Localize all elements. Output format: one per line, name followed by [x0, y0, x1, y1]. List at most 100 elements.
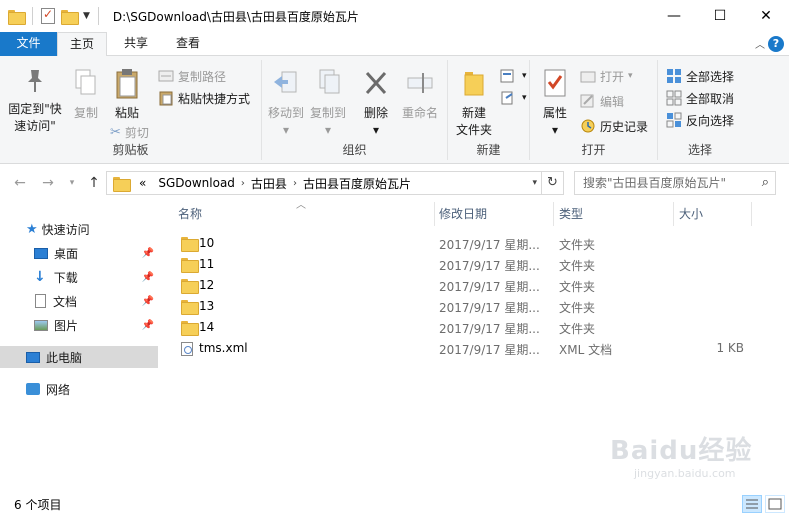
chevron-right-icon[interactable]: ›	[241, 178, 245, 189]
breadcrumb-segment[interactable]: 古田县百度原始瓦片	[303, 175, 411, 192]
file-type: 文件夹	[559, 322, 596, 336]
large-icons-view-icon	[768, 498, 782, 510]
search-input[interactable]: 搜索"古田县百度原始瓦片" ⌕	[574, 171, 776, 195]
minimize-button[interactable]: —	[651, 0, 697, 32]
table-row[interactable]: tms.xml 2017/9/17 星期... XML 文档 1 KB	[178, 338, 768, 359]
rename-icon	[407, 73, 433, 93]
tab-share[interactable]: 共享	[112, 32, 160, 56]
desktop-icon	[34, 247, 48, 259]
table-row[interactable]: 12 2017/9/17 星期... 文件夹	[178, 275, 768, 296]
chevron-down-icon[interactable]: ▾	[532, 178, 537, 188]
sort-ascending-icon: ︿	[296, 200, 306, 211]
computer-icon	[26, 351, 40, 363]
forward-button[interactable]: →	[38, 173, 58, 193]
cut-button[interactable]: ✂ 剪切	[110, 122, 149, 142]
pin-icon[interactable]: 📌	[142, 296, 154, 307]
large-icons-view-button[interactable]	[765, 495, 785, 513]
clipboard-group: 固定到"快 速访问" 复制 粘贴 复制路径 粘贴快捷方式 ✂ 剪切 剪贴板	[0, 60, 262, 160]
paste-icon	[116, 69, 138, 99]
new-item-icon	[500, 69, 514, 83]
edit-button[interactable]: 编辑	[580, 91, 624, 111]
navigation-pane: ★ 快速访问 桌面 📌 ↓ 下载 📌 文档 📌 图片 📌 此电脑 网络	[0, 204, 158, 488]
chevron-right-icon[interactable]: ›	[293, 178, 297, 189]
tab-file[interactable]: 文件	[0, 32, 57, 56]
paste-shortcut-button[interactable]: 粘贴快捷方式	[158, 88, 250, 108]
select-all-button[interactable]: 全部选择	[666, 66, 734, 86]
column-divider[interactable]	[434, 202, 435, 226]
column-header-date[interactable]: 修改日期	[439, 200, 487, 228]
ribbon: 固定到"快 速访问" 复制 粘贴 复制路径 粘贴快捷方式 ✂ 剪切 剪贴板 移动…	[0, 56, 789, 164]
nav-item-desktop[interactable]: 桌面 📌	[0, 242, 158, 264]
file-date: 2017/9/17 星期...	[439, 238, 540, 252]
nav-this-pc[interactable]: 此电脑	[0, 346, 158, 368]
table-row[interactable]: 13 2017/9/17 星期... 文件夹	[178, 296, 768, 317]
new-folder-icon[interactable]	[61, 9, 79, 25]
table-row[interactable]: 10 2017/9/17 星期... 文件夹	[178, 233, 768, 254]
watermark-brand: Baidu经验	[610, 436, 753, 466]
nav-network[interactable]: 网络	[0, 378, 158, 400]
new-folder-button[interactable]: 新建 文件夹	[450, 68, 498, 139]
select-none-icon	[666, 90, 682, 106]
invert-selection-button[interactable]: 反向选择	[666, 110, 734, 130]
column-header-size[interactable]: 大小	[679, 200, 703, 228]
pin-icon[interactable]: 📌	[142, 248, 154, 259]
close-button[interactable]: ✕	[743, 0, 789, 32]
column-divider[interactable]	[553, 202, 554, 226]
open-button[interactable]: 打开 ▾	[580, 66, 633, 86]
nav-quick-access[interactable]: ★ 快速访问	[0, 218, 158, 240]
refresh-icon[interactable]: ↻	[541, 172, 563, 194]
select-none-button[interactable]: 全部取消	[666, 88, 734, 108]
rename-button[interactable]: 重命名	[398, 68, 442, 122]
column-divider[interactable]	[673, 202, 674, 226]
table-row[interactable]: 11 2017/9/17 星期... 文件夹	[178, 254, 768, 275]
pin-icon[interactable]: 📌	[142, 272, 154, 283]
customize-toolbar-chevron-icon[interactable]: ▼	[83, 11, 90, 21]
help-icon[interactable]: ?	[768, 36, 784, 52]
paste-button[interactable]: 粘贴	[108, 68, 146, 122]
breadcrumb-segment[interactable]: SGDownload	[158, 176, 235, 190]
easy-access-button[interactable]: ▾	[500, 88, 527, 108]
new-item-button[interactable]: ▾	[500, 66, 527, 86]
organize-group: 移动到 ▾ 复制到 ▾ 删除 ▾ 重命名 组织	[262, 60, 448, 160]
quick-access-toolbar: ▼	[0, 0, 101, 32]
breadcrumb-overflow[interactable]: «	[139, 176, 146, 190]
recent-locations-button[interactable]: ▾	[62, 173, 82, 193]
delete-button[interactable]: 删除 ▾	[358, 68, 394, 139]
breadcrumb-segment[interactable]: 古田县	[251, 175, 287, 192]
open-group-label: 打开	[581, 143, 606, 157]
column-header-type[interactable]: 类型	[559, 200, 583, 228]
open-group: 属性 ▾ 打开 ▾ 编辑 历史记录 打开	[530, 60, 658, 160]
navigation-bar: ← → ▾ ↑ « SGDownload › 古田县 › 古田县百度原始瓦片 ▾…	[0, 170, 789, 196]
copy-button[interactable]: 复制	[68, 68, 104, 122]
arrow-left-icon: ←	[14, 175, 26, 191]
move-to-icon	[274, 71, 297, 93]
copy-path-button[interactable]: 复制路径	[158, 66, 226, 86]
arrow-up-icon: ↑	[88, 175, 100, 191]
pin-icon[interactable]: 📌	[142, 320, 154, 331]
collapse-ribbon-icon[interactable]: ︿	[755, 36, 765, 51]
move-to-button[interactable]: 移动到 ▾	[266, 68, 306, 139]
tab-home[interactable]: 主页	[57, 32, 107, 57]
up-button[interactable]: ↑	[84, 173, 104, 193]
easy-access-icon	[501, 91, 513, 105]
folder-icon	[181, 258, 199, 273]
column-header-name[interactable]: 名称	[178, 200, 202, 228]
history-button[interactable]: 历史记录	[580, 116, 648, 136]
tab-view[interactable]: 查看	[164, 32, 212, 56]
address-bar[interactable]: « SGDownload › 古田县 › 古田县百度原始瓦片 ▾ ↻	[106, 171, 564, 195]
properties-icon[interactable]	[41, 7, 55, 24]
pin-to-quick-access-button[interactable]: 固定到"快 速访问"	[4, 68, 66, 135]
folder-icon	[8, 9, 26, 25]
nav-item-pictures[interactable]: 图片 📌	[0, 314, 158, 336]
select-group-label: 选择	[687, 143, 712, 157]
column-divider[interactable]	[751, 202, 752, 226]
nav-item-downloads[interactable]: ↓ 下载 📌	[0, 266, 158, 288]
file-type: 文件夹	[559, 280, 596, 294]
nav-item-documents[interactable]: 文档 📌	[0, 290, 158, 312]
back-button[interactable]: ←	[10, 173, 30, 193]
table-row[interactable]: 14 2017/9/17 星期... 文件夹	[178, 317, 768, 338]
maximize-button[interactable]: ☐	[697, 0, 743, 32]
details-view-button[interactable]	[742, 495, 762, 513]
copy-to-button[interactable]: 复制到 ▾	[308, 68, 348, 139]
properties-button[interactable]: 属性 ▾	[536, 68, 574, 139]
